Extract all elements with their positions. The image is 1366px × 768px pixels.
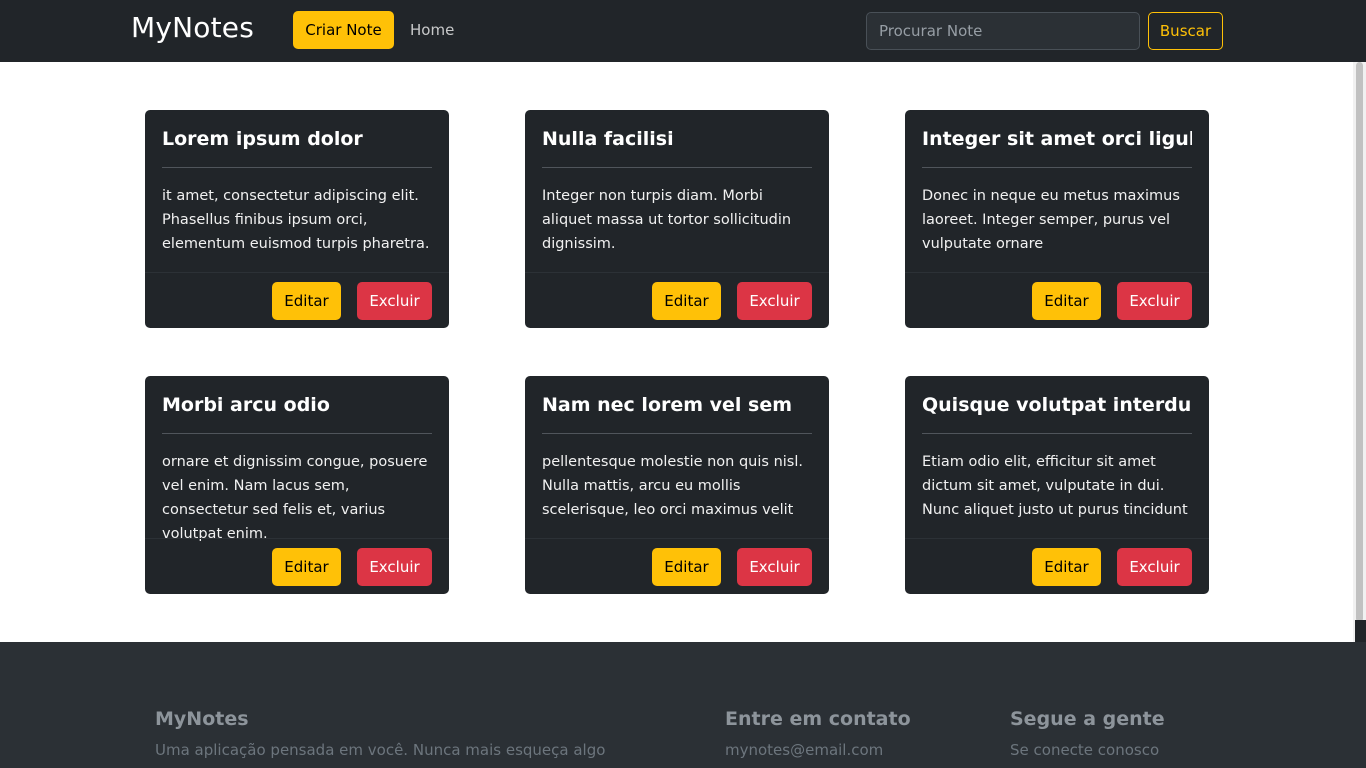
- note-title: Quisque volutpat interdum: [922, 394, 1192, 416]
- note-card: Nam nec lorem vel sem pellentesque moles…: [525, 376, 829, 594]
- footer-contact-email[interactable]: mynotes@email.com: [725, 740, 883, 760]
- navbar: MyNotes Criar Note Home Buscar: [0, 0, 1366, 62]
- note-title: Morbi arcu odio: [162, 394, 330, 416]
- delete-button[interactable]: Excluir: [357, 282, 432, 320]
- search-button[interactable]: Buscar: [1148, 12, 1223, 50]
- notes-grid: Lorem ipsum dolor it amet, consectetur a…: [0, 62, 1353, 642]
- footer-about-title: MyNotes: [155, 708, 249, 730]
- note-card: Integer sit amet orci ligula Donec in ne…: [905, 110, 1209, 328]
- note-text: pellentesque molestie non quis nisl. Nul…: [542, 454, 803, 518]
- note-footer: Editar Excluir: [145, 272, 449, 328]
- note-divider: [162, 167, 432, 168]
- note-card: Lorem ipsum dolor it amet, consectetur a…: [145, 110, 449, 328]
- delete-button[interactable]: Excluir: [1117, 282, 1192, 320]
- footer-social-text: Se conecte conosco: [1010, 741, 1160, 759]
- note-card: Morbi arcu odio ornare et dignissim cong…: [145, 376, 449, 594]
- note-footer: Editar Excluir: [905, 272, 1209, 328]
- note-divider: [542, 433, 812, 434]
- edit-button[interactable]: Editar: [272, 282, 341, 320]
- note-title: Lorem ipsum dolor: [162, 128, 363, 150]
- delete-button[interactable]: Excluir: [1117, 548, 1192, 586]
- note-text: ornare et dignissim congue, posuere vel …: [162, 454, 428, 542]
- note-footer: Editar Excluir: [145, 538, 449, 594]
- edit-button[interactable]: Editar: [272, 548, 341, 586]
- delete-button[interactable]: Excluir: [737, 548, 812, 586]
- note-text: Integer non turpis diam. Morbi aliquet m…: [542, 188, 792, 252]
- note-footer: Editar Excluir: [525, 272, 829, 328]
- create-note-button[interactable]: Criar Note: [293, 11, 394, 49]
- note-divider: [162, 433, 432, 434]
- note-card: Quisque volutpat interdum Etiam odio eli…: [905, 376, 1209, 594]
- footer-about-text: Uma aplicação pensada em você. Nunca mai…: [155, 741, 606, 759]
- delete-button[interactable]: Excluir: [737, 282, 812, 320]
- edit-button[interactable]: Editar: [652, 282, 721, 320]
- note-card: Nulla facilisi Integer non turpis diam. …: [525, 110, 829, 328]
- nav-home-link[interactable]: Home: [410, 21, 454, 39]
- delete-button[interactable]: Excluir: [357, 548, 432, 586]
- note-divider: [922, 433, 1192, 434]
- note-title: Integer sit amet orci ligula: [922, 128, 1192, 150]
- page-scrollbar[interactable]: [1353, 62, 1366, 642]
- note-text: Donec in neque eu metus maximus laoreet.…: [922, 188, 1180, 252]
- edit-button[interactable]: Editar: [1032, 282, 1101, 320]
- footer: MyNotes Uma aplicação pensada em você. N…: [0, 642, 1366, 768]
- footer-contact-title: Entre em contato: [725, 708, 911, 730]
- footer-social-title: Segue a gente: [1010, 708, 1165, 730]
- note-divider: [922, 167, 1192, 168]
- note-text: Etiam odio elit, efficitur sit amet dict…: [922, 454, 1188, 518]
- edit-button[interactable]: Editar: [652, 548, 721, 586]
- search-input[interactable]: [866, 12, 1140, 50]
- scrollbar-thumb[interactable]: [1356, 62, 1363, 622]
- note-footer: Editar Excluir: [905, 538, 1209, 594]
- note-title: Nam nec lorem vel sem: [542, 394, 793, 416]
- note-divider: [542, 167, 812, 168]
- edit-button[interactable]: Editar: [1032, 548, 1101, 586]
- note-text: it amet, consectetur adipiscing elit. Ph…: [162, 188, 430, 252]
- note-title: Nulla facilisi: [542, 128, 674, 150]
- note-footer: Editar Excluir: [525, 538, 829, 594]
- brand-logo[interactable]: MyNotes: [131, 10, 254, 46]
